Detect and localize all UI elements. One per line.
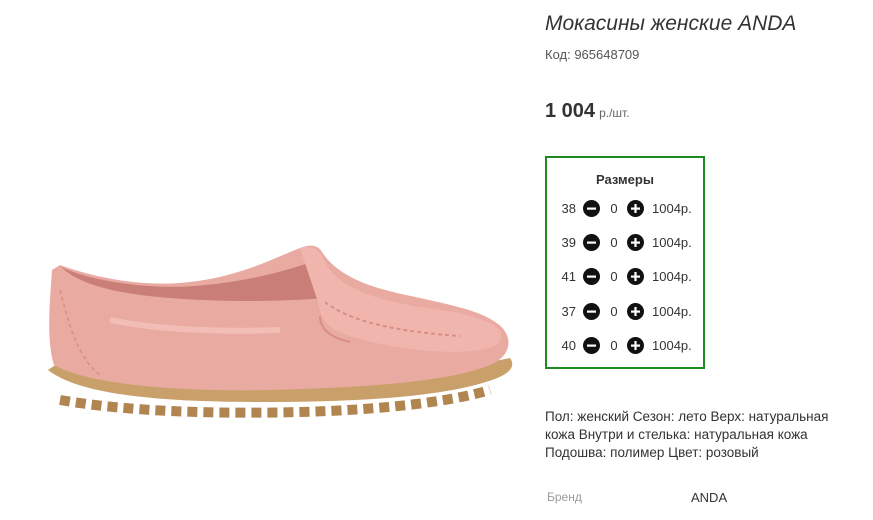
brand-label: Бренд: [547, 490, 582, 504]
product-code: Код: 965648709: [545, 47, 640, 62]
plus-circle-icon[interactable]: [627, 268, 644, 285]
size-quantity: 0: [610, 338, 618, 353]
size-row: 40 0 1004р.: [547, 335, 703, 357]
size-price: 1004р.: [652, 269, 692, 284]
sizes-title: Размеры: [596, 172, 654, 187]
size-row: 38 0 1004р.: [547, 198, 703, 220]
minus-circle-icon[interactable]: [583, 234, 600, 251]
minus-circle-icon[interactable]: [583, 200, 600, 217]
minus-circle-icon[interactable]: [583, 337, 600, 354]
plus-circle-icon[interactable]: [627, 200, 644, 217]
price-unit: р./шт.: [599, 106, 630, 120]
size-price: 1004р.: [652, 304, 692, 319]
minus-circle-icon[interactable]: [583, 303, 600, 320]
size-quantity: 0: [610, 201, 618, 216]
product-page: Мокасины женские ANDA Код: 965648709 1 0…: [0, 0, 873, 520]
product-image[interactable]: [20, 40, 530, 510]
size-row: 39 0 1004р.: [547, 232, 703, 254]
size-row: 37 0 1004р.: [547, 301, 703, 323]
product-description: Пол: женский Сезон: лето Верх: натуральн…: [545, 409, 829, 460]
brand-value: ANDA: [691, 490, 728, 505]
plus-circle-icon[interactable]: [627, 303, 644, 320]
size-price: 1004р.: [652, 338, 692, 353]
plus-circle-icon[interactable]: [627, 337, 644, 354]
size-row: 41 0 1004р.: [547, 266, 703, 288]
size-number: 38: [561, 201, 576, 216]
plus-circle-icon[interactable]: [627, 234, 644, 251]
price-value: 1 004: [545, 100, 596, 122]
size-number: 39: [561, 235, 576, 250]
size-number: 40: [561, 338, 576, 353]
size-quantity: 0: [610, 235, 618, 250]
size-quantity: 0: [610, 304, 618, 319]
size-price: 1004р.: [652, 201, 692, 216]
sizes-panel: Размеры 38 0 1004р. 39 0 1004р. 41 0 1004р. 37 0 10…: [545, 156, 705, 369]
product-title: Мокасины женские ANDA: [545, 12, 797, 35]
product-price: 1 004 р./шт.: [545, 100, 630, 123]
size-quantity: 0: [610, 269, 618, 284]
size-price: 1004р.: [652, 235, 692, 250]
size-number: 37: [561, 304, 576, 319]
moccasin-illustration: [48, 245, 513, 418]
minus-circle-icon[interactable]: [583, 268, 600, 285]
size-number: 41: [561, 269, 576, 284]
